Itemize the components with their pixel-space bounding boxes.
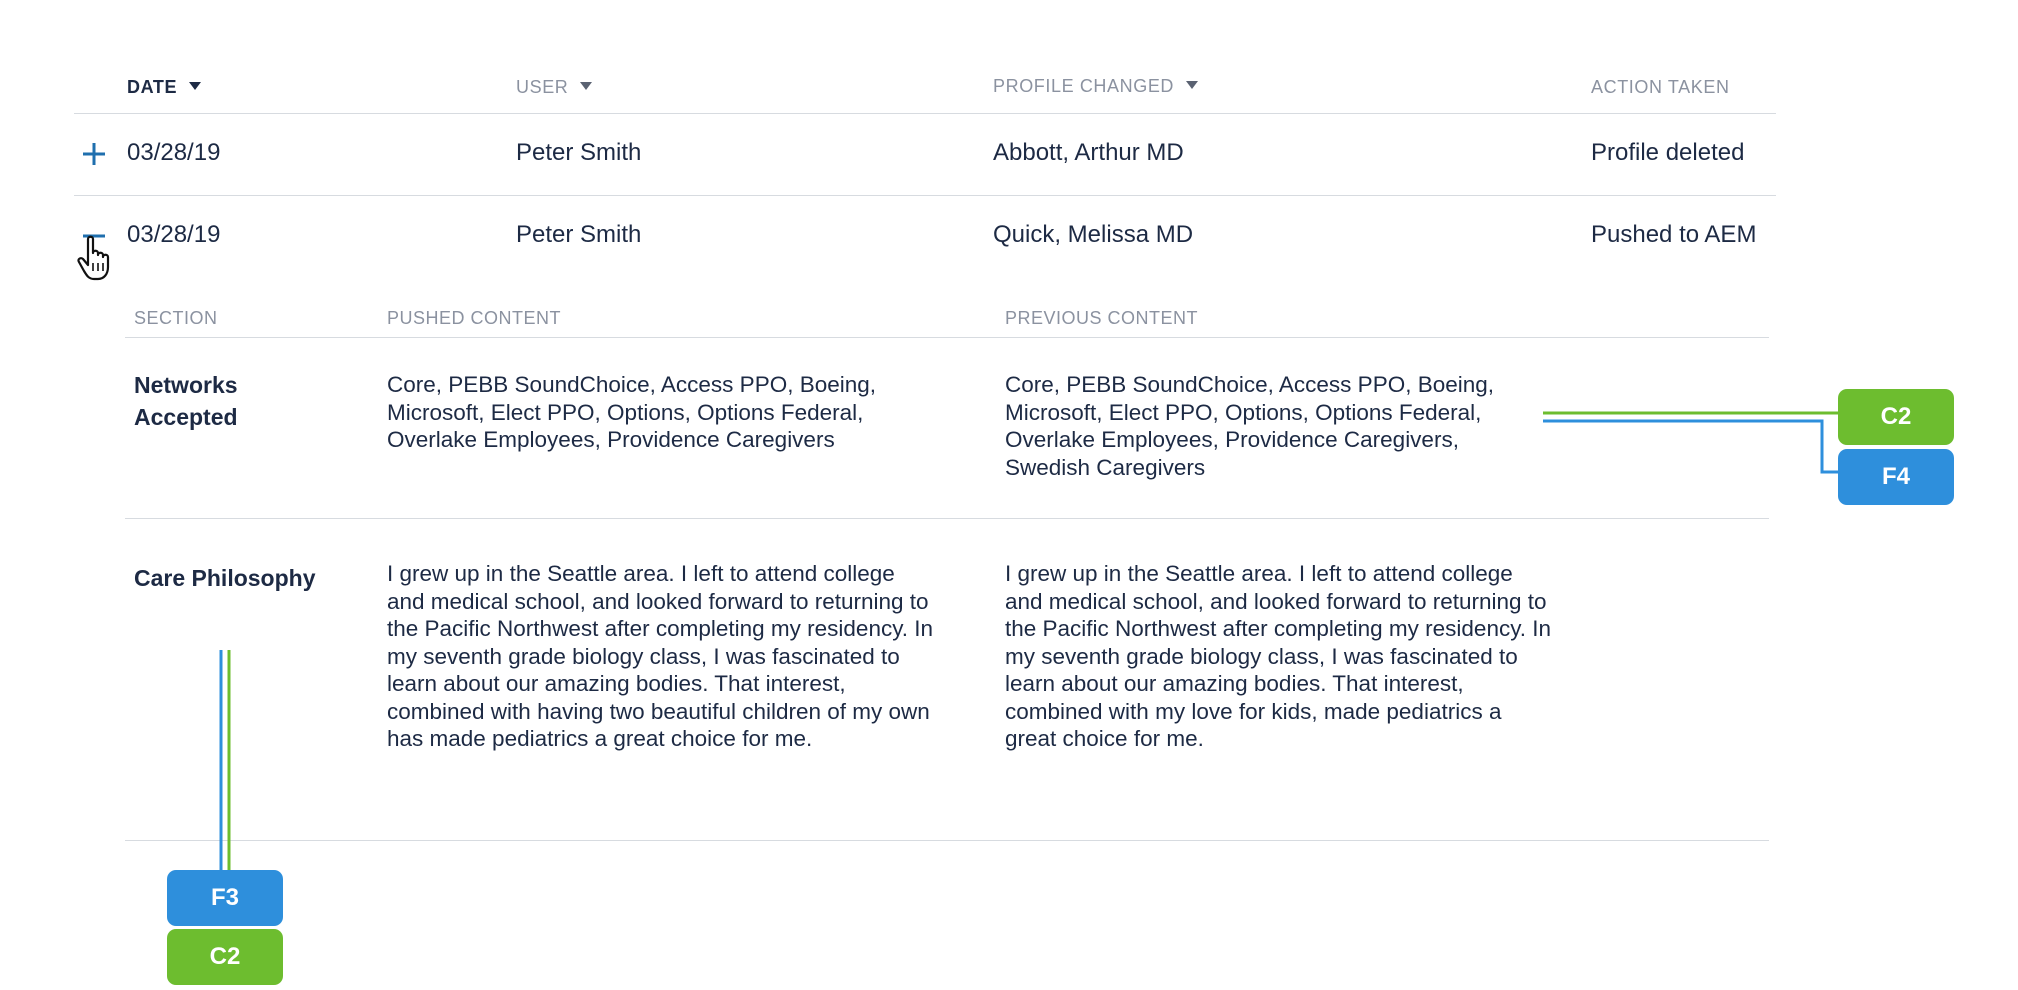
annotation-badge: F3 xyxy=(167,870,283,926)
annotation-connectors xyxy=(219,411,1839,870)
annotation-badge: F4 xyxy=(1838,449,1954,505)
annotation-badge: C2 xyxy=(1838,389,1954,445)
annotation-badge: C2 xyxy=(167,929,283,985)
